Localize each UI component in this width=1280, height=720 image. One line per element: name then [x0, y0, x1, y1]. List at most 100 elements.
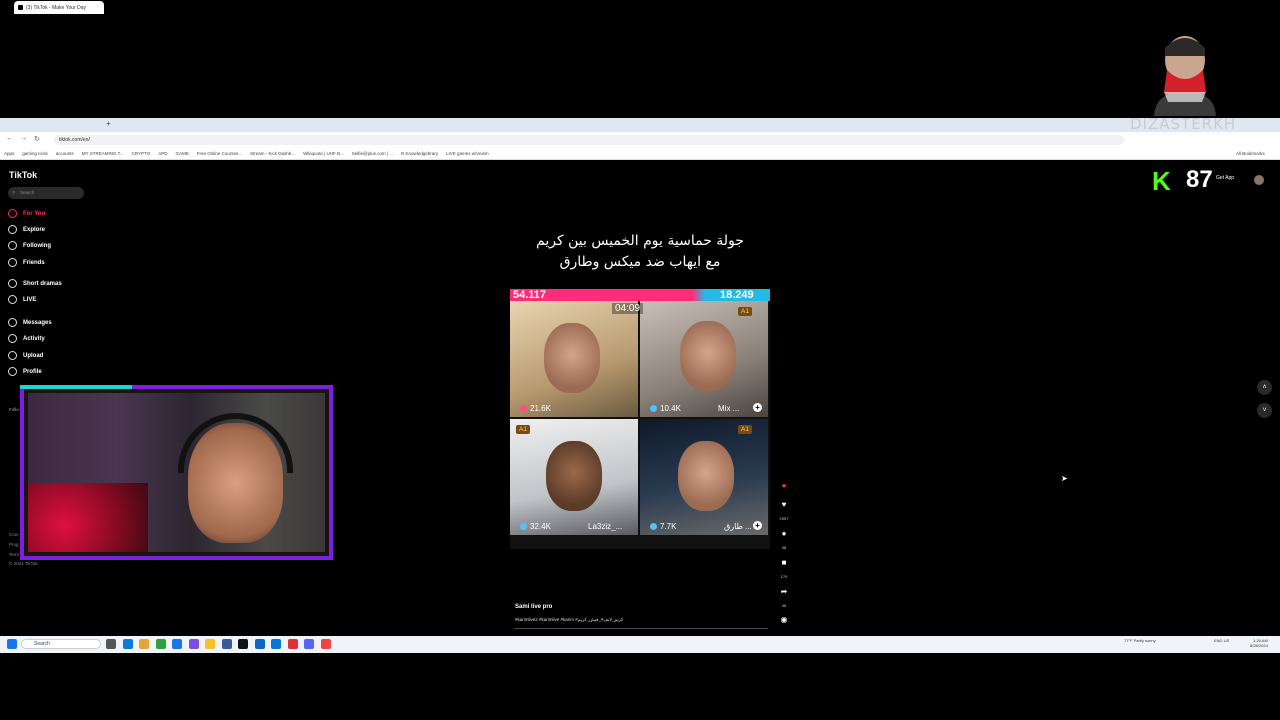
clock-date: 8/28/2024: [1250, 643, 1268, 648]
sidebar-item-live[interactable]: LIVE: [8, 295, 36, 304]
browser-tab[interactable]: (3) TikTok - Make Your Day: [14, 1, 104, 14]
guest-count: 7.7K: [650, 522, 676, 531]
bookmark-item[interactable]: Apps: [4, 151, 14, 156]
taskbar-search[interactable]: Search: [21, 639, 101, 649]
sidebar-item-short-dramas[interactable]: Short dramas: [8, 279, 62, 288]
video-progress-bar[interactable]: [514, 628, 768, 629]
score-left: 54.117: [513, 289, 547, 301]
app-icon[interactable]: [287, 639, 298, 649]
music-disc-icon[interactable]: ◉: [778, 615, 790, 624]
guest-face: [680, 321, 736, 391]
webcam-background-bed: [28, 483, 148, 552]
sidebar-item-label: For You: [23, 210, 46, 217]
bookmark-item[interactable]: Free Online Courses...: [197, 151, 242, 156]
task-view-icon[interactable]: [106, 639, 116, 649]
sidebar-item-profile[interactable]: Profile: [8, 367, 42, 376]
guest-face: [546, 441, 602, 511]
sidebar-item-label: LIVE: [23, 296, 37, 303]
mail-icon[interactable]: [172, 639, 182, 649]
search-input[interactable]: ⌕ Search: [8, 187, 84, 199]
weather-widget[interactable]: 77°F Partly sunny: [1124, 638, 1156, 643]
rank-badge: A1: [738, 307, 752, 316]
bookmark-item[interactable]: GAME: [176, 151, 189, 156]
avatar[interactable]: [1254, 175, 1264, 185]
store-icon[interactable]: [155, 639, 166, 649]
folder-icon[interactable]: [205, 639, 215, 649]
follow-author-icon[interactable]: ●: [778, 481, 790, 490]
bookmark-item[interactable]: APD: [158, 151, 167, 156]
reload-icon[interactable]: ↻: [34, 135, 40, 143]
bookmark-item[interactable]: CRYPTO: [132, 151, 151, 156]
discord-icon[interactable]: [304, 639, 314, 649]
edge-icon[interactable]: [122, 639, 133, 649]
bookmark-item[interactable]: Selfie@plus.com | ...: [352, 151, 393, 156]
get-app-button[interactable]: Get App: [1216, 175, 1234, 181]
guest-face: [544, 323, 600, 393]
bookmark-item[interactable]: accounts: [56, 151, 74, 156]
sidebar-item-label: Upload: [23, 352, 44, 359]
gift-icon: [650, 523, 657, 530]
guest-cell-2[interactable]: A1 10.4K Mix ... +: [640, 301, 768, 417]
battle-timer: 04:09: [612, 303, 644, 314]
footer-link-terms[interactable]: Term: [9, 552, 19, 557]
kick-viewer-count: 87: [1186, 166, 1213, 193]
sidebar-item-upload[interactable]: Upload: [8, 351, 43, 360]
guest-count: 10.4K: [650, 404, 681, 413]
upload-icon: [8, 351, 17, 360]
all-bookmarks-button[interactable]: All Bookmarks: [1236, 151, 1265, 156]
file-explorer-icon[interactable]: [139, 639, 149, 649]
search-icon: ⌕: [12, 190, 16, 196]
video-hashtags[interactable]: #karimlive2 #karimlive #karim #كريم_لايف…: [515, 617, 623, 623]
search-placeholder: Search: [20, 190, 35, 195]
rank-badge: A1: [516, 425, 530, 434]
bookmark-item[interactable]: MY STREAMING T...: [82, 151, 124, 156]
bookmark-item[interactable]: Stream - Kick Dashb...: [250, 151, 295, 156]
video-caption-line1: جولة حماسية يوم الخميس بين كريم: [536, 233, 744, 249]
webcam-accent-bar: [20, 385, 132, 389]
language-indicator[interactable]: ENG US: [1214, 638, 1229, 643]
sidebar-item-label: Profile: [23, 368, 42, 375]
taskbar-clock[interactable]: 1:26 AM 8/28/2024: [1250, 638, 1268, 648]
footer-link-program[interactable]: Prog: [9, 542, 19, 547]
brave-icon[interactable]: [320, 639, 331, 649]
bookmark-item[interactable]: gaming tools: [22, 151, 48, 156]
linkedin-icon[interactable]: [254, 639, 265, 649]
sidebar-item-label: Messages: [23, 319, 52, 326]
sidebar-item-label: Explore: [23, 226, 46, 233]
guest-cell-4[interactable]: A1 7.7K طارق ... +: [640, 419, 768, 535]
forward-icon[interactable]: →: [20, 135, 27, 142]
app-icon[interactable]: [188, 639, 199, 649]
previous-video-button[interactable]: ˄: [1257, 380, 1272, 395]
tiktok-logo[interactable]: TikTok: [9, 170, 37, 180]
bookmark-item[interactable]: LIVE games w/Veism: [446, 151, 489, 156]
outlook-icon[interactable]: [271, 639, 281, 649]
windows-start-icon[interactable]: [7, 639, 17, 649]
bookmark-icon[interactable]: ■: [778, 558, 790, 567]
like-icon[interactable]: ♥: [778, 500, 790, 509]
x-icon[interactable]: [238, 639, 248, 649]
teams-icon[interactable]: [221, 639, 232, 649]
next-video-button[interactable]: ˅: [1257, 403, 1272, 418]
share-count: 46: [781, 603, 787, 608]
guest-cell-3[interactable]: A1 32.4K La3ziz_...: [510, 419, 638, 535]
guest-name: طارق ...: [724, 522, 752, 531]
sidebar-item-for-you[interactable]: For You: [8, 209, 45, 218]
follow-plus-icon[interactable]: +: [753, 403, 762, 412]
sidebar-item-label: Activity: [23, 335, 45, 342]
sidebar-item-activity[interactable]: Activity: [8, 334, 45, 343]
back-icon[interactable]: ←: [6, 135, 13, 142]
like-count: 2957: [779, 516, 789, 521]
video-author[interactable]: Sami live pro: [515, 604, 552, 610]
guest-cell-1[interactable]: 21.6K: [510, 301, 638, 417]
sidebar-item-messages[interactable]: Messages: [8, 318, 52, 327]
comment-icon[interactable]: ●: [778, 529, 790, 538]
bookmark-item[interactable]: R Knowledgebrary: [401, 151, 438, 156]
share-icon[interactable]: ➦: [778, 587, 790, 596]
url-field[interactable]: tiktok.com/en/: [54, 135, 1124, 145]
follow-plus-icon[interactable]: +: [753, 521, 762, 530]
new-tab-button[interactable]: +: [106, 119, 111, 128]
video-caption-line2: مع ايهاب ضد ميكس وطارق: [559, 254, 721, 270]
bookmarks-bar: Apps gaming tools accounts MY STREAMING T..…: [0, 148, 1280, 160]
bookmark-item[interactable]: Wikiquote | UHF B...: [303, 151, 344, 156]
footer-link-company[interactable]: Com: [9, 532, 19, 537]
